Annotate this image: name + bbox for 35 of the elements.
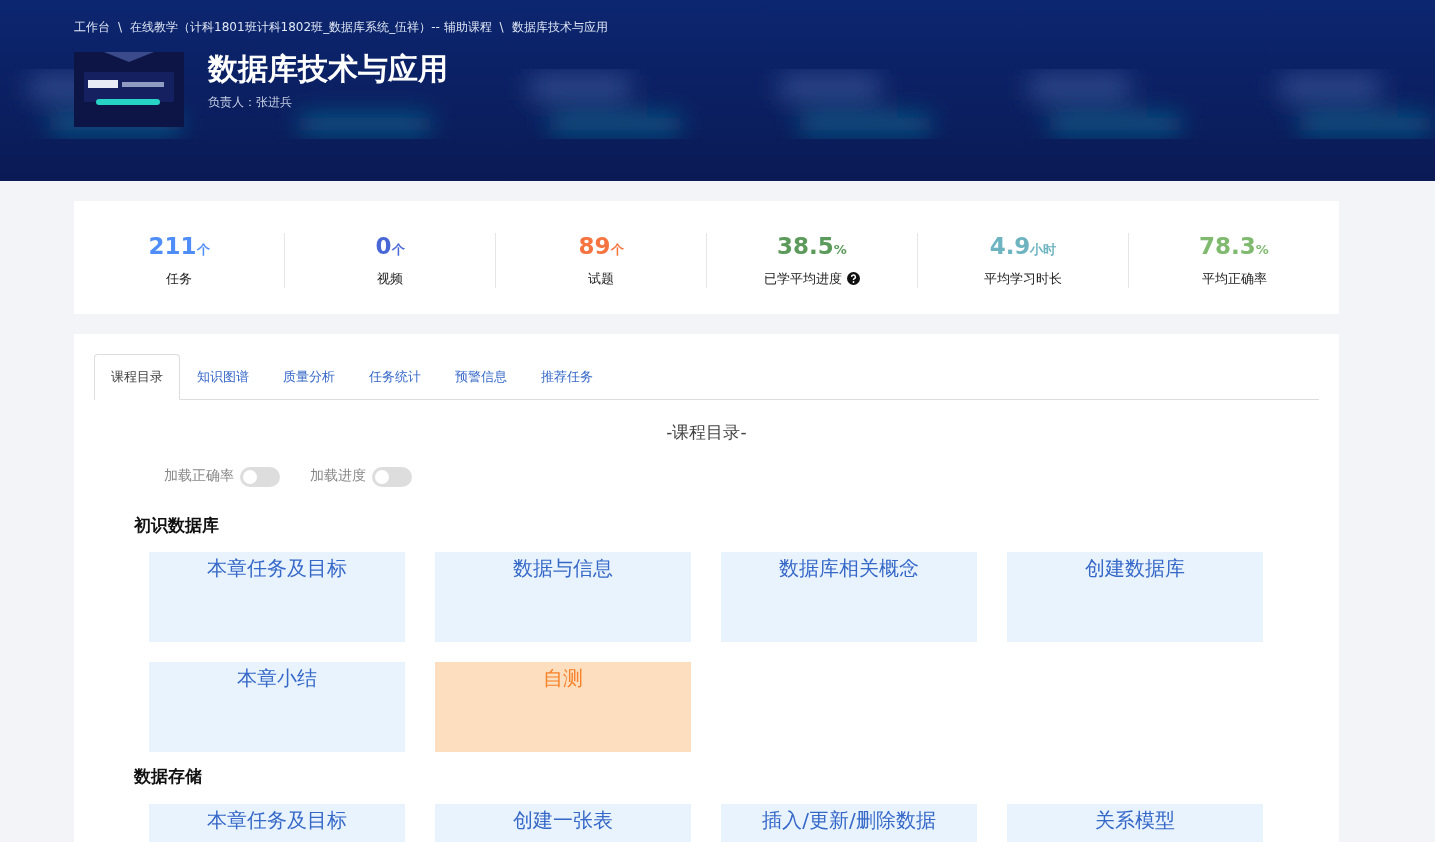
help-icon[interactable]: [846, 271, 860, 285]
lesson-tile[interactable]: 数据库相关概念: [721, 552, 977, 643]
stat-label: 平均学习时长: [984, 270, 1062, 286]
stat-label: 试题: [588, 270, 614, 286]
stat-label: 任务: [166, 270, 192, 286]
stat-label: 已学平均进度: [764, 270, 843, 286]
stat-value: 4.9小时: [988, 233, 1058, 261]
stat-value: 89个: [577, 233, 625, 261]
tab[interactable]: 课程目录: [94, 354, 180, 400]
tab[interactable]: 推荐任务: [524, 354, 610, 400]
stat-value: 0个: [374, 233, 406, 261]
stat-value: 38.5%: [776, 233, 848, 261]
lesson-tile[interactable]: 数据与信息: [435, 552, 691, 643]
lesson-tile[interactable]: 本章小结: [149, 662, 405, 753]
chapter-title: 数据存储: [134, 765, 203, 789]
toggle-switch[interactable]: [372, 466, 412, 487]
stat-value: 78.3%: [1198, 233, 1270, 261]
tab[interactable]: 知识图谱: [180, 354, 266, 400]
tab[interactable]: 质量分析: [266, 354, 352, 400]
toggle-label: 加载正确率: [164, 467, 234, 484]
tab[interactable]: 预警信息: [438, 354, 524, 400]
toggle-switch[interactable]: [240, 466, 280, 487]
tab[interactable]: 任务统计: [352, 354, 438, 400]
catalog-title: -课程目录-: [665, 420, 748, 444]
toggle-label: 加载进度: [310, 467, 366, 484]
lesson-tile[interactable]: 插入/更新/删除数据: [721, 803, 977, 842]
chapter-title: 初识数据库: [134, 513, 220, 537]
lesson-tile[interactable]: 本章任务及目标: [149, 552, 405, 643]
stat-label: 平均正确率: [1201, 270, 1267, 286]
lesson-tile[interactable]: 创建一张表: [435, 803, 691, 842]
lesson-tile[interactable]: 本章任务及目标: [149, 803, 405, 842]
lesson-tile[interactable]: 创建数据库: [1007, 552, 1263, 643]
lesson-tile[interactable]: 关系模型: [1007, 803, 1263, 842]
stat-value: 211个: [147, 233, 211, 261]
stat-label: 视频: [377, 270, 403, 286]
